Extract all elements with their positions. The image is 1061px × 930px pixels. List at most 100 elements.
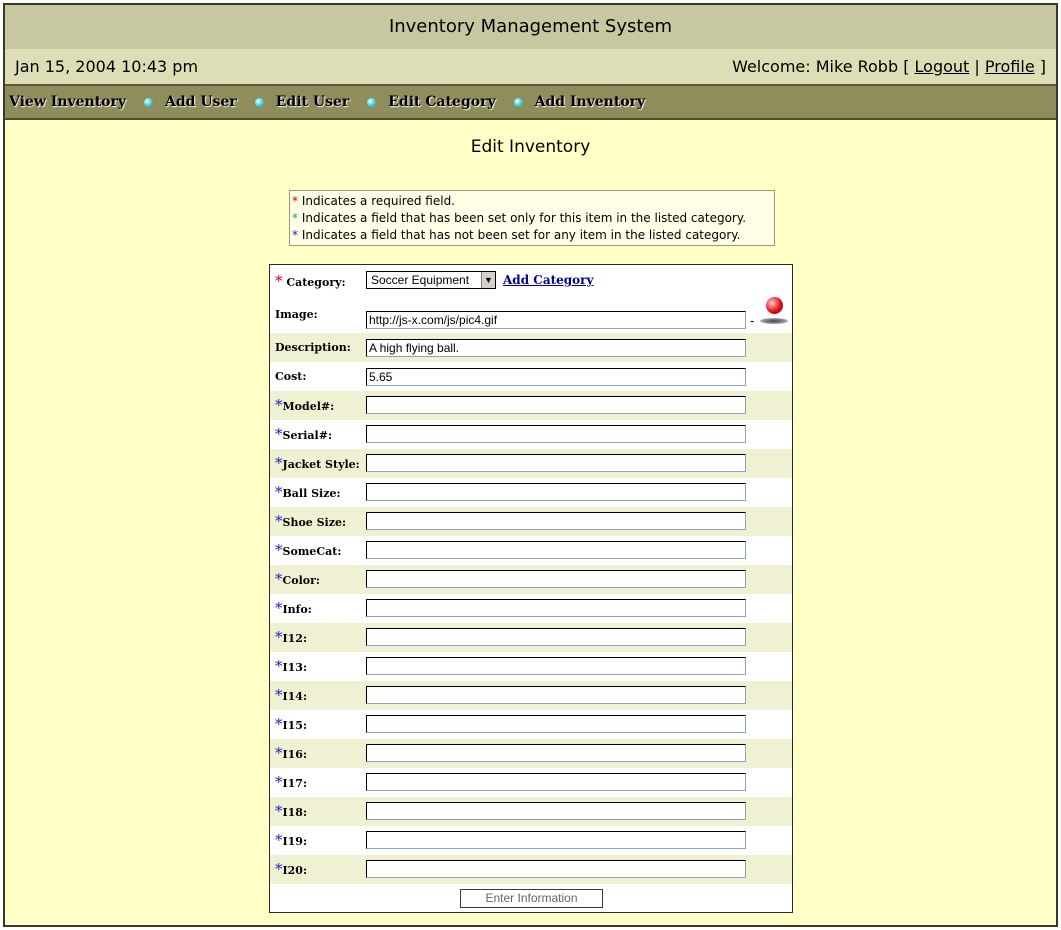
unset-star-icon: * xyxy=(275,512,283,530)
attribute-input[interactable] xyxy=(366,831,746,849)
attribute-label: *I15: xyxy=(275,715,307,733)
logout-link[interactable]: Logout xyxy=(915,57,970,76)
unset-star-icon: * xyxy=(275,599,283,617)
category-label: * Category: xyxy=(275,272,346,290)
bullet-icon xyxy=(367,97,377,107)
required-star-icon: * xyxy=(275,272,283,290)
attribute-label: *I16: xyxy=(275,744,307,762)
attribute-row: *I20: xyxy=(270,855,792,884)
attribute-label: *Model#: xyxy=(275,396,334,414)
unset-star-icon: * xyxy=(275,773,283,791)
attribute-label-text: Model#: xyxy=(282,400,335,413)
attribute-row: *SomeCat: xyxy=(270,536,792,565)
nav-add-user[interactable]: Add User xyxy=(165,94,237,110)
attribute-label-text: I18: xyxy=(282,806,308,819)
set-star-icon: * xyxy=(292,211,298,225)
image-url-input[interactable] xyxy=(366,311,746,329)
attribute-input[interactable] xyxy=(366,599,746,617)
attribute-row: *I16: xyxy=(270,739,792,768)
unset-star-icon: * xyxy=(275,541,283,559)
unset-star-icon: * xyxy=(275,657,283,675)
category-select[interactable]: Soccer Equipment ▼ xyxy=(366,271,496,289)
attribute-row: *Shoe Size: xyxy=(270,507,792,536)
description-input[interactable] xyxy=(366,339,746,357)
profile-link[interactable]: Profile xyxy=(985,57,1035,76)
unset-star-icon: * xyxy=(275,860,283,878)
attribute-input[interactable] xyxy=(366,425,746,443)
app-frame: Inventory Management System Jan 15, 2004… xyxy=(3,3,1058,927)
description-row: Description: xyxy=(270,333,792,362)
cost-row: Cost: xyxy=(270,362,792,391)
attribute-input[interactable] xyxy=(366,802,746,820)
nav-edit-category[interactable]: Edit Category xyxy=(388,94,495,110)
unset-star-icon: * xyxy=(275,570,283,588)
user-area: Welcome: Mike Robb [ Logout | Profile ] xyxy=(732,57,1046,76)
legend-required: * Indicates a required field. xyxy=(292,193,772,210)
unset-star-icon: * xyxy=(275,628,283,646)
attribute-input[interactable] xyxy=(366,860,746,878)
field-legend: * Indicates a required field. * Indicate… xyxy=(289,190,775,246)
attribute-row: *I17: xyxy=(270,768,792,797)
unset-star-icon: * xyxy=(292,228,298,242)
attribute-label: *I18: xyxy=(275,802,307,820)
attribute-input[interactable] xyxy=(366,744,746,762)
attribute-label-text: I20: xyxy=(282,864,308,877)
app-title: Inventory Management System xyxy=(5,5,1056,49)
attribute-row: *I19: xyxy=(270,826,792,855)
unset-star-icon: * xyxy=(275,686,283,704)
unset-star-icon: * xyxy=(275,802,283,820)
attribute-label: *Ball Size: xyxy=(275,483,341,501)
main-content: Edit Inventory * Indicates a required fi… xyxy=(5,137,1056,913)
attribute-label: *I20: xyxy=(275,860,307,878)
attribute-input[interactable] xyxy=(366,628,746,646)
attribute-input[interactable] xyxy=(366,483,746,501)
attribute-label-text: Info: xyxy=(282,603,312,616)
attribute-label-text: I16: xyxy=(282,748,308,761)
attribute-row: *Jacket Style: xyxy=(270,449,792,478)
attribute-row: *I12: xyxy=(270,623,792,652)
attribute-label-text: Jacket Style: xyxy=(282,458,360,471)
attribute-input[interactable] xyxy=(366,512,746,530)
attribute-label-text: I14: xyxy=(282,690,308,703)
cost-label: Cost: xyxy=(275,370,307,383)
unset-star-icon: * xyxy=(275,425,283,443)
attribute-label-text: Serial#: xyxy=(282,429,333,442)
attribute-input[interactable] xyxy=(366,570,746,588)
unset-star-icon: * xyxy=(275,396,283,414)
attribute-row: *I13: xyxy=(270,652,792,681)
attribute-input[interactable] xyxy=(366,454,746,472)
attribute-label: *I19: xyxy=(275,831,307,849)
enter-information-button[interactable]: Enter Information xyxy=(460,889,603,908)
attribute-row: *Model#: xyxy=(270,391,792,420)
red-ball-icon xyxy=(766,297,783,314)
edit-inventory-form: * Category: Soccer Equipment ▼ Add Categ… xyxy=(269,264,793,913)
attribute-row: *I14: xyxy=(270,681,792,710)
nav-add-inventory[interactable]: Add Inventory xyxy=(535,94,646,110)
attribute-label: *I13: xyxy=(275,657,307,675)
attribute-input[interactable] xyxy=(366,657,746,675)
attribute-row: *I15: xyxy=(270,710,792,739)
attribute-label-text: I15: xyxy=(282,719,308,732)
nav-view-inventory[interactable]: View Inventory xyxy=(9,94,126,110)
add-category-link[interactable]: Add Category xyxy=(503,273,593,287)
attribute-input[interactable] xyxy=(366,396,746,414)
attribute-label: *Info: xyxy=(275,599,312,617)
cost-input[interactable] xyxy=(366,368,746,386)
attribute-label: *Shoe Size: xyxy=(275,512,346,530)
bullet-icon xyxy=(513,97,523,107)
attribute-row: *Color: xyxy=(270,565,792,594)
attribute-label-text: I12: xyxy=(282,632,308,645)
attribute-input[interactable] xyxy=(366,715,746,733)
attribute-input[interactable] xyxy=(366,773,746,791)
unset-star-icon: * xyxy=(275,483,283,501)
attribute-row: *Serial#: xyxy=(270,420,792,449)
chevron-down-icon[interactable]: ▼ xyxy=(481,272,495,288)
attribute-input[interactable] xyxy=(366,686,746,704)
page-title: Edit Inventory xyxy=(470,137,591,157)
nav-edit-user[interactable]: Edit User xyxy=(276,94,350,110)
attribute-label: *SomeCat: xyxy=(275,541,341,559)
attribute-input[interactable] xyxy=(366,541,746,559)
attribute-row: *I18: xyxy=(270,797,792,826)
category-row: * Category: Soccer Equipment ▼ Add Categ… xyxy=(270,265,792,295)
bracket-close: ] xyxy=(1039,57,1046,76)
